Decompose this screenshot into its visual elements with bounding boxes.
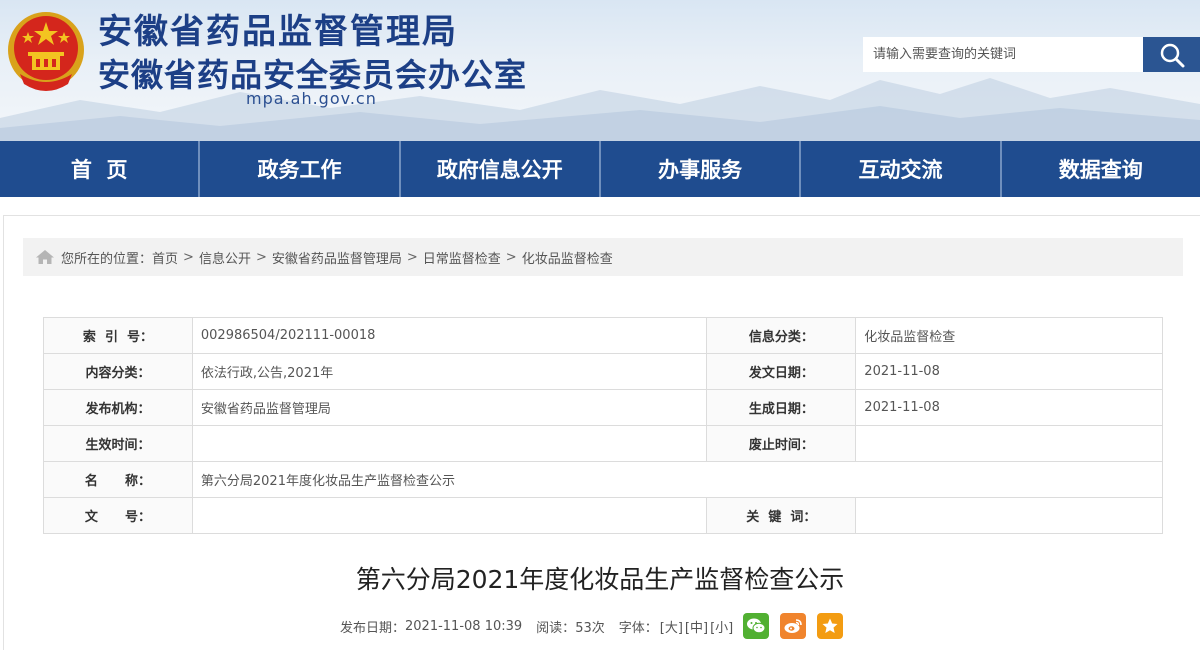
publish-date-label: 发布日期：	[340, 620, 406, 636]
breadcrumb-item-inspection[interactable]: 日常监督检查	[423, 248, 501, 267]
breadcrumb-prefix: 您所在的位置：	[61, 251, 153, 267]
breadcrumb-item-bureau[interactable]: 安徽省药品监督管理局	[272, 248, 402, 267]
docno-label: 文 号：	[43, 497, 193, 534]
search-button[interactable]	[1143, 37, 1200, 72]
expire-value	[855, 425, 1163, 462]
content-type-label: 内容分类：	[43, 353, 193, 390]
expire-label: 废止时间：	[706, 425, 857, 462]
main-nav: 首 页 政务工作 政府信息公开 办事服务 互动交流 数据查询	[0, 141, 1200, 197]
breadcrumb-item-home[interactable]: 首页	[152, 248, 178, 267]
font-small-button[interactable]: [小]	[710, 617, 733, 636]
created-date-value: 2021-11-08	[855, 389, 1163, 426]
breadcrumb-item-info[interactable]: 信息公开	[199, 248, 251, 267]
breadcrumb-separator: >	[183, 249, 194, 265]
keywords-value	[855, 497, 1163, 534]
share-wechat-button[interactable]	[743, 613, 770, 639]
share-weibo-button[interactable]	[780, 613, 807, 639]
site-header: 安徽省药品监督管理局 安徽省药品安全委员会办公室 mpa.ah.gov.cn 请…	[0, 0, 1200, 141]
site-title-primary: 安徽省药品监督管理局	[98, 12, 458, 52]
views-value: 53次	[575, 620, 605, 636]
effective-label: 生效时间：	[43, 425, 193, 462]
article-title: 第六分局2021年度化妆品生产监督检查公示	[355, 565, 845, 594]
views-label: 阅读：	[536, 620, 576, 636]
nav-item-data-query[interactable]: 数据查询	[999, 141, 1200, 197]
home-icon	[35, 249, 55, 265]
breadcrumb-separator: >	[406, 249, 418, 265]
font-size-label: 字体：	[618, 620, 658, 636]
name-value: 第六分局2021年度化妆品生产监督检查公示	[191, 461, 1164, 498]
effective-value	[191, 425, 708, 462]
table-row: 内容分类： 依法行政,公告,2021年 发文日期： 2021-11-08	[43, 353, 1163, 390]
publish-date-value: 2021-11-08 10:39	[405, 618, 523, 634]
docno-value	[191, 497, 708, 534]
search-icon	[1160, 43, 1184, 67]
content-type-value: 依法行政,公告,2021年	[191, 353, 708, 390]
wechat-icon	[747, 618, 766, 634]
table-row: 名 称： 第六分局2021年度化妆品生产监督检查公示	[43, 461, 1164, 498]
weibo-icon	[784, 619, 803, 633]
category-label: 信息分类：	[706, 317, 857, 354]
font-large-button[interactable]: [大]	[660, 617, 683, 636]
font-medium-button[interactable]: [中]	[685, 617, 708, 636]
nav-item-info-disclosure[interactable]: 政府信息公开	[398, 141, 599, 197]
nav-item-services[interactable]: 办事服务	[598, 141, 799, 197]
created-date-label: 生成日期：	[706, 389, 857, 426]
category-value: 化妆品监督检查	[855, 317, 1163, 354]
table-row: 索 引 号： 002986504/202111-00018 信息分类： 化妆品监…	[43, 317, 1163, 354]
share-qzone-button[interactable]	[817, 613, 844, 639]
publisher-value: 安徽省药品监督管理局	[191, 389, 708, 426]
breadcrumb-separator: >	[255, 249, 267, 265]
issue-date-value: 2021-11-08	[855, 353, 1163, 390]
nav-item-government-work[interactable]: 政务工作	[198, 141, 398, 197]
index-value: 002986504/202111-00018	[191, 317, 708, 354]
breadcrumb-separator: >	[505, 249, 517, 265]
breadcrumb-item-cosmetics[interactable]: 化妆品监督检查	[522, 248, 613, 267]
star-icon	[822, 618, 838, 633]
table-row: 发布机构： 安徽省药品监督管理局 生成日期： 2021-11-08	[43, 389, 1163, 426]
keywords-label: 关 键 词：	[706, 497, 857, 534]
document-meta-table: 索 引 号： 002986504/202111-00018 信息分类： 化妆品监…	[43, 317, 1164, 534]
search-input[interactable]: 请输入需要查询的关键词	[863, 37, 1143, 72]
article-meta: 发布日期： 2021-11-08 10:39 阅读： 53次 字体： [大] […	[340, 612, 844, 640]
national-emblem-icon	[8, 12, 84, 91]
issue-date-label: 发文日期：	[706, 353, 857, 390]
table-row: 生效时间： 废止时间：	[43, 425, 1163, 462]
nav-item-home[interactable]: 首 页	[0, 141, 198, 197]
index-label: 索 引 号：	[43, 317, 193, 354]
publisher-label: 发布机构：	[43, 389, 193, 426]
site-domain: mpa.ah.gov.cn	[246, 89, 377, 108]
name-label: 名 称：	[43, 461, 193, 498]
table-row: 文 号： 关 键 词：	[43, 497, 1163, 534]
breadcrumb: 您所在的位置： 首页 > 信息公开 > 安徽省药品监督管理局 > 日常监督检查 …	[23, 238, 1183, 276]
nav-item-interaction[interactable]: 互动交流	[799, 141, 999, 197]
